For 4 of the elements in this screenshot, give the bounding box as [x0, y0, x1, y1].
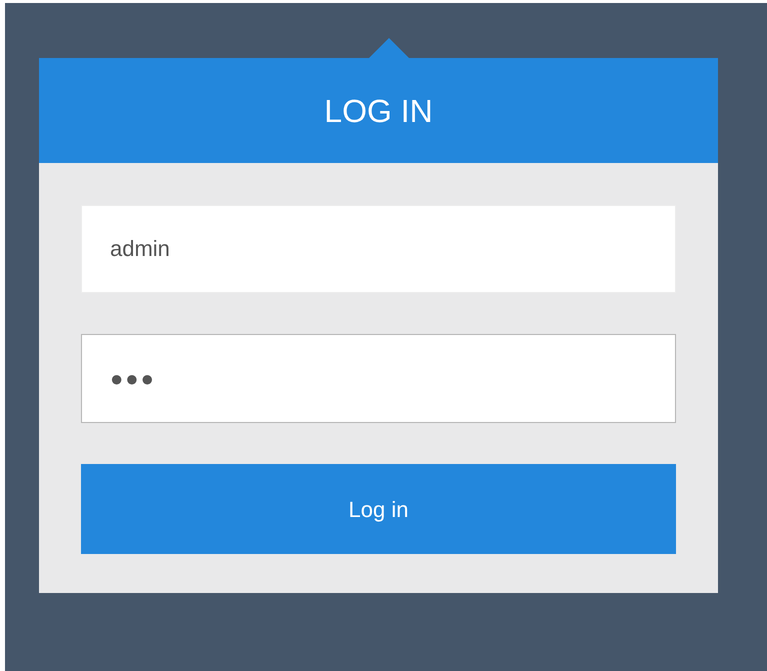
username-field[interactable]: admin: [81, 205, 676, 293]
login-button[interactable]: Log in: [81, 464, 676, 554]
password-field[interactable]: ●●●: [81, 334, 676, 423]
card-title: LOG IN: [324, 92, 433, 130]
